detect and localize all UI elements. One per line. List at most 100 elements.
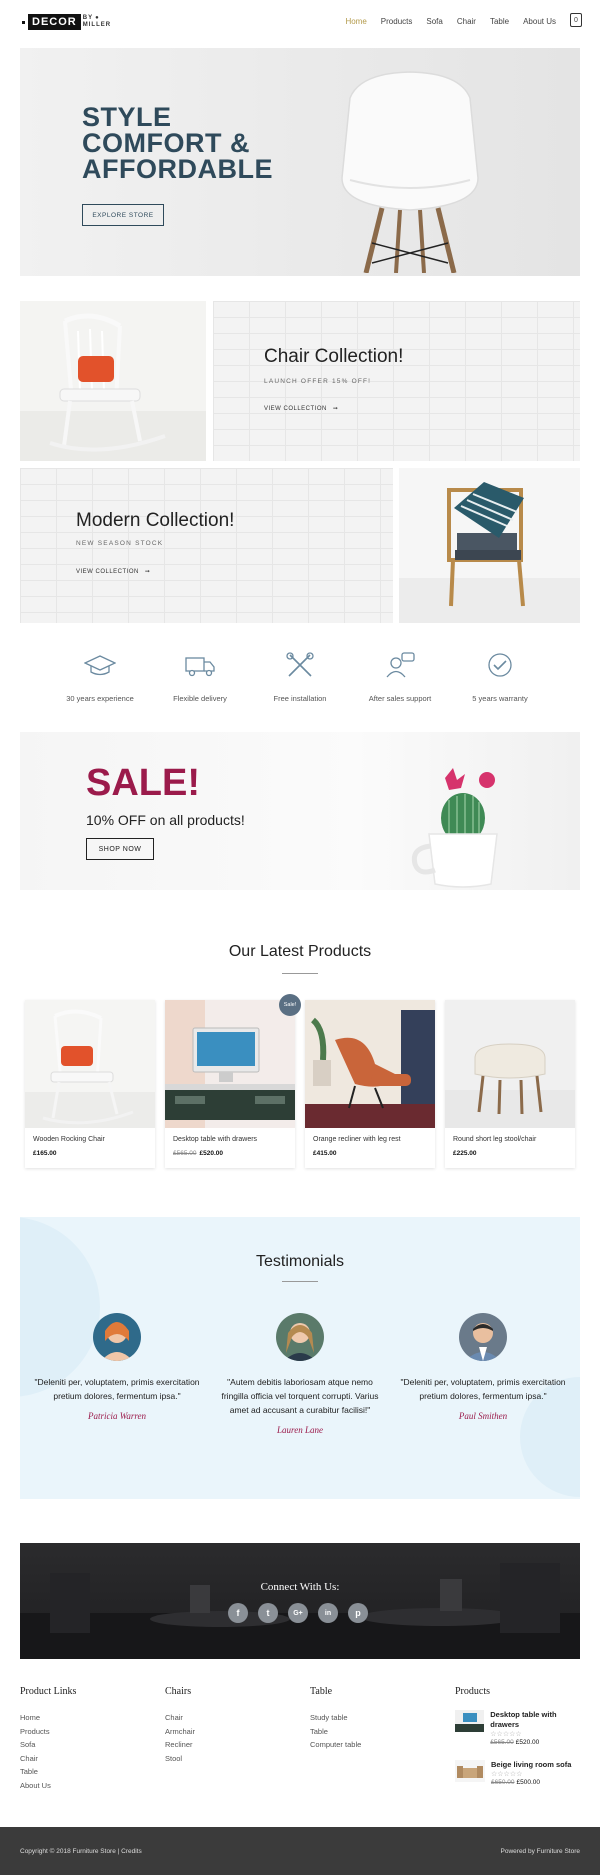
- footer-product-title[interactable]: Desktop table with drawers: [490, 1710, 585, 1730]
- product-card[interactable]: Round short leg stool/chair £225.00: [445, 1000, 575, 1168]
- testimonial-quote: "Deleniti per, voluptatem, primis exerci…: [34, 1377, 200, 1401]
- footer-product-price: £650.00 £500.00: [491, 1779, 540, 1786]
- product-price: £165.00: [33, 1150, 57, 1157]
- testimonial-author: Paul Smithen: [458, 1411, 508, 1421]
- latest-products-title: Our Latest Products: [228, 943, 372, 960]
- cart-icon[interactable]: 0: [570, 13, 582, 27]
- product-card[interactable]: Sale! Desktop table with drawers £565.00…: [165, 994, 301, 1168]
- feature-installation-label: Free installation: [273, 694, 327, 703]
- feature-support-label: After sales support: [368, 694, 432, 703]
- google-plus-icon[interactable]: G+: [288, 1603, 308, 1623]
- arrow-right-icon: ➞: [332, 406, 339, 412]
- product-card[interactable]: Wooden Rocking Chair £165.00: [25, 1000, 155, 1168]
- support-agent-icon: [386, 652, 415, 678]
- product-name[interactable]: Desktop table with drawers: [173, 1136, 257, 1143]
- feature-support: After sales support: [350, 652, 450, 706]
- footer-link-stool[interactable]: Stool: [165, 1752, 195, 1766]
- rating-stars-icon: ☆☆☆☆☆: [491, 1771, 523, 1778]
- armchair-tile[interactable]: [399, 468, 580, 623]
- connect-title: Connect With Us:: [260, 1581, 340, 1593]
- hero-banner: STYLE COMFORT & AFFORDABLE EXPLORE STORE: [20, 48, 580, 276]
- linkedin-icon[interactable]: in: [318, 1603, 338, 1623]
- avatar: [93, 1313, 141, 1361]
- footer-link-armchair[interactable]: Armchair: [165, 1725, 195, 1739]
- product-name[interactable]: Wooden Rocking Chair: [33, 1136, 105, 1143]
- footer-link-home[interactable]: Home: [20, 1711, 76, 1725]
- product-image[interactable]: [305, 1000, 435, 1128]
- testimonial-quote: "Autem debitis laboriosam atque nemo fri…: [221, 1377, 379, 1415]
- testimonial-item: "Autem debitis laboriosam atque nemo fri…: [216, 1313, 384, 1435]
- nav-chair[interactable]: Chair: [457, 17, 476, 26]
- nav-products[interactable]: Products: [381, 17, 413, 26]
- footer-chairs: Chairs Chair Armchair Recliner Stool: [165, 1686, 195, 1765]
- rocking-chair-thumb: [25, 1009, 155, 1128]
- product-price: £225.00: [453, 1150, 477, 1157]
- shop-now-button[interactable]: SHOP NOW: [86, 838, 154, 860]
- footer-product-thumb[interactable]: [455, 1760, 485, 1782]
- rocking-chair-tile[interactable]: [20, 301, 206, 461]
- product-name[interactable]: Round short leg stool/chair: [453, 1136, 536, 1143]
- product-image[interactable]: [25, 1000, 155, 1128]
- footer-link-study-table[interactable]: Study table: [310, 1711, 361, 1725]
- product-price: £415.00: [313, 1150, 337, 1157]
- footer-link-table[interactable]: Table: [310, 1725, 361, 1739]
- footer-product-title[interactable]: Beige living room sofa: [491, 1760, 571, 1770]
- footer-link-chair[interactable]: Chair: [20, 1752, 76, 1766]
- footer-product-price: £565.00 £520.00: [490, 1739, 540, 1746]
- feature-warranty: 5 years warranty: [450, 652, 550, 706]
- twitter-icon[interactable]: t: [258, 1603, 278, 1623]
- chair-collection-tile: Chair Collection! LAUNCH OFFER 15% OFF! …: [213, 301, 580, 461]
- nav-about-us[interactable]: About Us: [523, 17, 556, 26]
- product-card[interactable]: Orange recliner with leg rest £415.00: [305, 1000, 435, 1168]
- product-price: £565.00 £520.00: [173, 1150, 223, 1157]
- facebook-icon[interactable]: f: [228, 1603, 248, 1623]
- pinterest-icon[interactable]: p: [348, 1603, 368, 1623]
- logo-main: DECOR: [28, 14, 81, 30]
- chair-view-collection-link[interactable]: VIEW COLLECTION ➞: [264, 405, 339, 413]
- footer-link-chair[interactable]: Chair: [165, 1711, 195, 1725]
- site-logo[interactable]: DECOR BY ● MILLER: [22, 14, 111, 30]
- explore-store-button[interactable]: EXPLORE STORE: [82, 204, 164, 226]
- footer-heading: Product Links: [20, 1686, 77, 1697]
- footer-link-table[interactable]: Table: [20, 1765, 76, 1779]
- footer-products: Products Desktop table with drawers ☆☆☆☆…: [455, 1686, 585, 1806]
- footer-product-thumb[interactable]: [455, 1710, 485, 1732]
- product-image[interactable]: [445, 1000, 575, 1128]
- footer-link-products[interactable]: Products: [20, 1725, 76, 1739]
- product-image[interactable]: [165, 1000, 295, 1128]
- modern-view-collection-link[interactable]: VIEW COLLECTION ➞: [76, 568, 150, 576]
- armchair-image: [399, 482, 580, 623]
- footer-link-recliner[interactable]: Recliner: [165, 1738, 195, 1752]
- footer-link-computer-table[interactable]: Computer table: [310, 1738, 361, 1752]
- testimonial-author: Patricia Warren: [87, 1411, 147, 1421]
- testimonial-item: "Deleniti per, voluptatem, primis exerci…: [399, 1313, 567, 1421]
- footer-link-about-us[interactable]: About Us: [20, 1779, 76, 1793]
- nav-home[interactable]: Home: [345, 17, 366, 26]
- footer-product-links: Product Links Home Products Sofa Chair T…: [20, 1686, 76, 1792]
- modern-view-collection-label: VIEW COLLECTION: [76, 568, 139, 575]
- product-name[interactable]: Orange recliner with leg rest: [313, 1136, 401, 1143]
- chair-collection-subtitle: LAUNCH OFFER 15% OFF!: [264, 378, 372, 385]
- hero-title: STYLE COMFORT & AFFORDABLE: [82, 102, 273, 184]
- feature-delivery: Flexible delivery: [150, 652, 250, 706]
- footer-bottom-bar: Copyright © 2018 Furniture Store | Credi…: [0, 1827, 600, 1875]
- feature-warranty-label: 5 years warranty: [472, 694, 528, 703]
- feature-installation: Free installation: [250, 652, 350, 706]
- feature-experience-label: 30 years experience: [66, 694, 134, 703]
- orange-recliner-thumb: [305, 1010, 435, 1128]
- footer-table: Table Study table Table Computer table: [310, 1686, 361, 1752]
- footer-product-item[interactable]: Beige living room sofa ☆☆☆☆☆ £650.00 £500…: [455, 1760, 571, 1786]
- nav-sofa[interactable]: Sofa: [426, 17, 442, 26]
- testimonial-quote: "Deleniti per, voluptatem, primis exerci…: [400, 1377, 566, 1401]
- modern-collection-title: Modern Collection!: [76, 510, 235, 531]
- copyright-text: Copyright © 2018 Furniture Store | Credi…: [20, 1848, 142, 1855]
- chair-collection-title: Chair Collection!: [264, 346, 404, 367]
- connect-section: Connect With Us: f t G+ in p: [20, 1543, 580, 1659]
- nav-table[interactable]: Table: [490, 17, 509, 26]
- tools-icon: [286, 652, 314, 677]
- sale-badge: Sale!: [279, 994, 301, 1016]
- footer-link-sofa[interactable]: Sofa: [20, 1738, 76, 1752]
- sale-title: SALE!: [86, 762, 200, 804]
- latest-products-divider: [282, 973, 318, 974]
- footer-product-item[interactable]: Desktop table with drawers ☆☆☆☆☆ £565.00…: [455, 1710, 585, 1746]
